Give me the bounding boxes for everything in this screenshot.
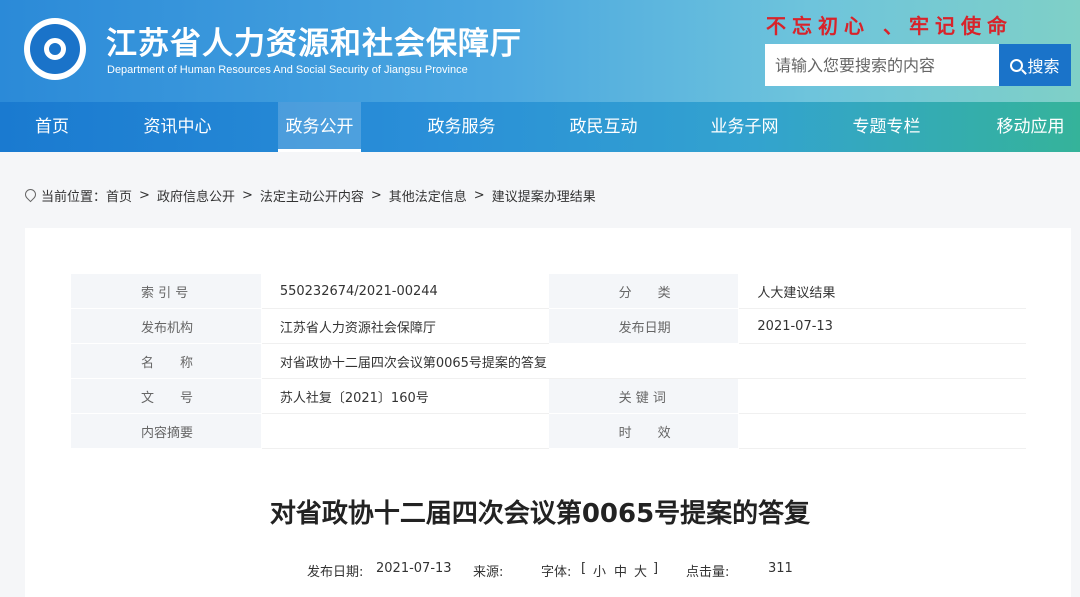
nav-services[interactable]: 政务服务 [414, 102, 509, 152]
breadcrumb-prefix: 当前位置： [41, 190, 107, 205]
breadcrumb: 当前位置： 首页 > 政府信息公开 > 法定主动公开内容 > 其他法定信息 > … [25, 186, 596, 205]
table-row: 文 号 苏人社复〔2021〕160号 关 键 词 [70, 378, 1026, 414]
validity-value [738, 413, 1026, 449]
index-label: 索 引 号 [70, 273, 262, 309]
nav-topics[interactable]: 专题专栏 [839, 102, 934, 152]
doc-number-value: 苏人社复〔2021〕160号 [260, 378, 549, 414]
table-row: 索 引 号 550232674/2021-00244 分 类 人大建议结果 [70, 273, 1026, 309]
name-label: 名 称 [70, 343, 262, 379]
breadcrumb-separator: > [241, 188, 253, 203]
keyword-value [738, 378, 1026, 414]
search-input[interactable] [765, 44, 1000, 86]
nav-mobile[interactable]: 移动应用 [983, 102, 1078, 152]
info-table: 索 引 号 550232674/2021-00244 分 类 人大建议结果 发布… [70, 273, 1027, 449]
site-subtitle: Department of Human Resources And Social… [107, 64, 468, 76]
slogan: 不忘初心 、牢记使命 [766, 14, 1013, 38]
font-small-button[interactable]: 小 [593, 561, 606, 580]
meta-views-value: 311 [768, 561, 793, 576]
breadcrumb-item[interactable]: 法定主动公开内容 [260, 186, 364, 205]
breadcrumb-separator: > [473, 188, 485, 203]
table-row: 名 称 对省政协十二届四次会议第0065号提案的答复 [70, 343, 1027, 379]
nav-interaction[interactable]: 政民互动 [556, 102, 651, 152]
breadcrumb-separator: > [370, 188, 382, 203]
breadcrumb-item[interactable]: 政府信息公开 [157, 186, 235, 205]
font-large-button[interactable]: 大 [634, 561, 647, 580]
search-icon [1010, 58, 1024, 72]
font-medium-button[interactable]: 中 [614, 561, 627, 580]
category-value: 人大建议结果 [738, 273, 1026, 309]
nav-home[interactable]: 首页 [14, 102, 90, 152]
summary-value [260, 413, 549, 449]
breadcrumb-separator: > [139, 188, 150, 203]
publisher-value: 江苏省人力资源社会保障厅 [260, 308, 549, 344]
meta-date-label: 发布日期: [307, 565, 364, 580]
meta-date-value: 2021-07-13 [376, 561, 452, 576]
nav-subsites[interactable]: 业务子网 [697, 102, 792, 152]
date-label: 发布日期 [547, 308, 740, 344]
index-value: 550232674/2021-00244 [260, 273, 549, 309]
meta-font-label: 字体: [541, 565, 572, 580]
meta-views-label: 点击量: [686, 565, 730, 580]
breadcrumb-item[interactable]: 首页 [106, 186, 132, 205]
site-header: 江苏省人力资源和社会保障厅 Department of Human Resour… [0, 0, 1080, 152]
search-button-label: 搜索 [1027, 57, 1060, 76]
breadcrumb-item[interactable]: 其他法定信息 [389, 186, 467, 205]
meta-source-label: 来源: [473, 565, 504, 580]
font-bracket-open: [ [581, 561, 587, 576]
keyword-label: 关 键 词 [547, 378, 740, 414]
table-row: 内容摘要 时 效 [70, 413, 1026, 449]
date-value: 2021-07-13 [738, 308, 1026, 344]
name-value: 对省政协十二届四次会议第0065号提案的答复 [260, 343, 1027, 379]
main-nav: 首页 资讯中心 政务公开 政务服务 政民互动 业务子网 专题专栏 移动应用 [0, 102, 1080, 152]
doc-number-label: 文 号 [70, 378, 262, 414]
article-title: 对省政协十二届四次会议第0065号提案的答复 [269, 499, 811, 529]
location-icon [25, 189, 36, 203]
breadcrumb-item[interactable]: 建议提案办理结果 [492, 186, 596, 205]
summary-label: 内容摘要 [70, 413, 262, 449]
category-label: 分 类 [547, 273, 740, 309]
nav-gov-affairs[interactable]: 政务公开 [278, 102, 361, 152]
publisher-label: 发布机构 [70, 308, 262, 344]
site-logo[interactable] [24, 18, 86, 80]
table-row: 发布机构 江苏省人力资源社会保障厅 发布日期 2021-07-13 [70, 308, 1026, 344]
site-title[interactable]: 江苏省人力资源和社会保障厅 [106, 18, 522, 63]
validity-label: 时 效 [547, 413, 740, 449]
nav-news[interactable]: 资讯中心 [130, 102, 225, 152]
search-button[interactable]: 搜索 [999, 44, 1071, 86]
font-bracket-close: ] [653, 561, 659, 576]
